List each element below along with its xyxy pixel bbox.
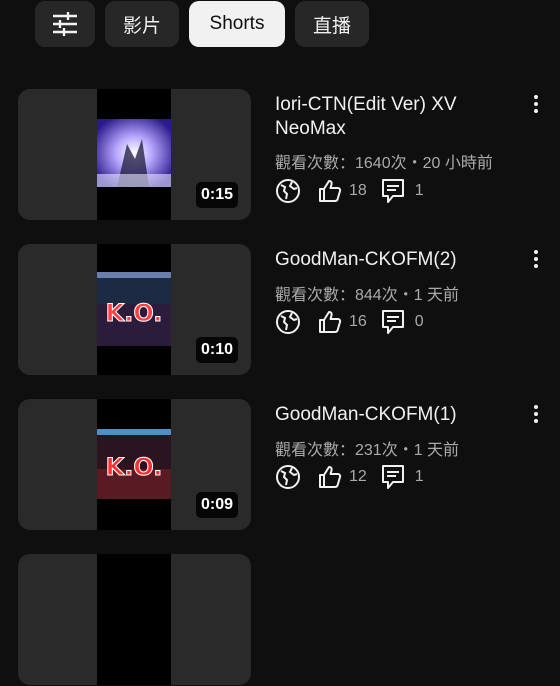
- thumbnail-image: K.O.: [97, 399, 171, 530]
- chip-shorts[interactable]: Shorts: [189, 1, 285, 47]
- video-meta: 觀看次數：1640次・20 小時前: [275, 155, 493, 172]
- video-stats: 12 1: [275, 463, 424, 491]
- thumbs-up-icon[interactable]: [317, 464, 343, 490]
- chip-live[interactable]: 直播: [295, 1, 369, 47]
- filter-settings-button[interactable]: [35, 1, 95, 47]
- duration-badge: 0:15: [195, 182, 238, 208]
- more-vert-icon[interactable]: [530, 403, 542, 425]
- video-stats: 18 1: [275, 177, 424, 205]
- video-thumbnail[interactable]: [18, 554, 251, 685]
- video-thumbnail[interactable]: 0:15: [18, 89, 251, 220]
- comment-count: 0: [414, 313, 424, 330]
- like-count: 18: [349, 182, 367, 199]
- ko-overlay-text: K.O.: [106, 453, 163, 481]
- thumbs-up-icon[interactable]: [317, 309, 343, 335]
- ko-overlay-text: K.O.: [106, 299, 163, 327]
- sliders-icon: [53, 12, 77, 36]
- like-count: 12: [349, 468, 367, 485]
- thumbs-up-icon[interactable]: [317, 178, 343, 204]
- more-vert-icon[interactable]: [530, 93, 542, 115]
- comment-count: 1: [414, 182, 424, 199]
- comment-icon[interactable]: [381, 309, 405, 335]
- filter-chip-bar: 影片 Shorts 直播: [35, 1, 369, 47]
- video-title[interactable]: GoodMan-CKOFM(1): [275, 403, 505, 427]
- comment-count: 1: [414, 468, 424, 485]
- comment-icon[interactable]: [381, 178, 405, 204]
- video-meta: 觀看次數：231次・1 天前: [275, 442, 460, 459]
- duration-badge: 0:10: [195, 337, 238, 363]
- thumbnail-image: [97, 554, 171, 685]
- video-card[interactable]: K.O. 0:09 GoodMan-CKOFM(1) 觀看次數：231次・1 天…: [0, 399, 560, 531]
- video-thumbnail[interactable]: K.O. 0:09: [18, 399, 251, 530]
- globe-icon: [276, 465, 300, 489]
- video-card[interactable]: 0:15 Iori-CTN(Edit Ver) XV NeoMax 觀看次數：1…: [0, 89, 560, 221]
- comment-icon[interactable]: [381, 464, 405, 490]
- thumbnail-image: [97, 89, 171, 220]
- globe-icon: [276, 310, 300, 334]
- duration-badge: 0:09: [195, 492, 238, 518]
- video-stats: 16 0: [275, 308, 424, 336]
- chip-videos[interactable]: 影片: [105, 1, 179, 47]
- globe-icon: [276, 179, 300, 203]
- video-thumbnail[interactable]: K.O. 0:10: [18, 244, 251, 375]
- video-card[interactable]: K.O. 0:10 GoodMan-CKOFM(2) 觀看次數：844次・1 天…: [0, 244, 560, 376]
- video-meta: 觀看次數：844次・1 天前: [275, 287, 460, 304]
- more-vert-icon[interactable]: [530, 248, 542, 270]
- like-count: 16: [349, 313, 367, 330]
- video-title[interactable]: Iori-CTN(Edit Ver) XV NeoMax: [275, 93, 505, 141]
- video-title[interactable]: GoodMan-CKOFM(2): [275, 248, 505, 272]
- thumbnail-image: K.O.: [97, 244, 171, 375]
- video-card[interactable]: [0, 554, 560, 686]
